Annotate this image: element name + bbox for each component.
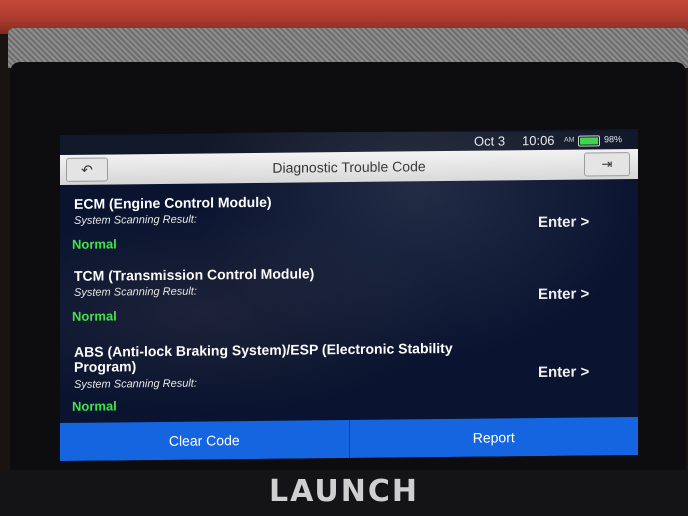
module-result-label: System Scanning Result: (74, 377, 197, 391)
clear-code-button[interactable]: Clear Code (60, 420, 349, 461)
list-item-abs-esp[interactable]: ABS (Anti-lock Braking System)/ESP (Elec… (60, 335, 638, 421)
title-bar: ↶ Diagnostic Trouble Code ⇥ (60, 148, 638, 186)
battery-fill (580, 137, 598, 145)
report-button[interactable]: Report (348, 416, 638, 459)
exit-button[interactable]: ⇥ (584, 152, 630, 177)
exit-icon: ⇥ (601, 156, 613, 172)
module-status: Normal (72, 398, 117, 414)
list-item-tcm[interactable]: TCM (Transmission Control Module) System… (60, 259, 638, 329)
module-result-label: System Scanning Result: (74, 213, 197, 227)
bottom-action-bar: Clear Code Report (60, 416, 638, 462)
status-am-pm: AM (564, 136, 575, 144)
module-status: Normal (72, 236, 117, 252)
enter-button[interactable]: Enter > (538, 363, 589, 381)
battery-percent: 98% (604, 134, 623, 145)
module-name: TCM (Transmission Control Module) (74, 265, 315, 284)
status-time: 10:06 (522, 132, 555, 149)
module-name: ABS (Anti-lock Braking System)/ESP (Elec… (74, 339, 453, 375)
list-item-ecm[interactable]: ECM (Engine Control Module) System Scann… (60, 187, 638, 257)
device-brand-logo: LAUNCH (268, 474, 419, 509)
battery-icon (578, 135, 600, 147)
module-result-label: System Scanning Result: (74, 285, 197, 299)
scanner-screen: Oct 3 10:06 AM 98% ↶ Diagnostic Trouble … (60, 128, 638, 462)
module-status: Normal (72, 308, 117, 324)
module-name: ECM (Engine Control Module) (74, 193, 272, 212)
page-title: Diagnostic Trouble Code (272, 158, 426, 176)
enter-button[interactable]: Enter > (538, 213, 589, 231)
enter-button[interactable]: Enter > (538, 285, 589, 303)
status-date: Oct 3 (474, 133, 506, 149)
